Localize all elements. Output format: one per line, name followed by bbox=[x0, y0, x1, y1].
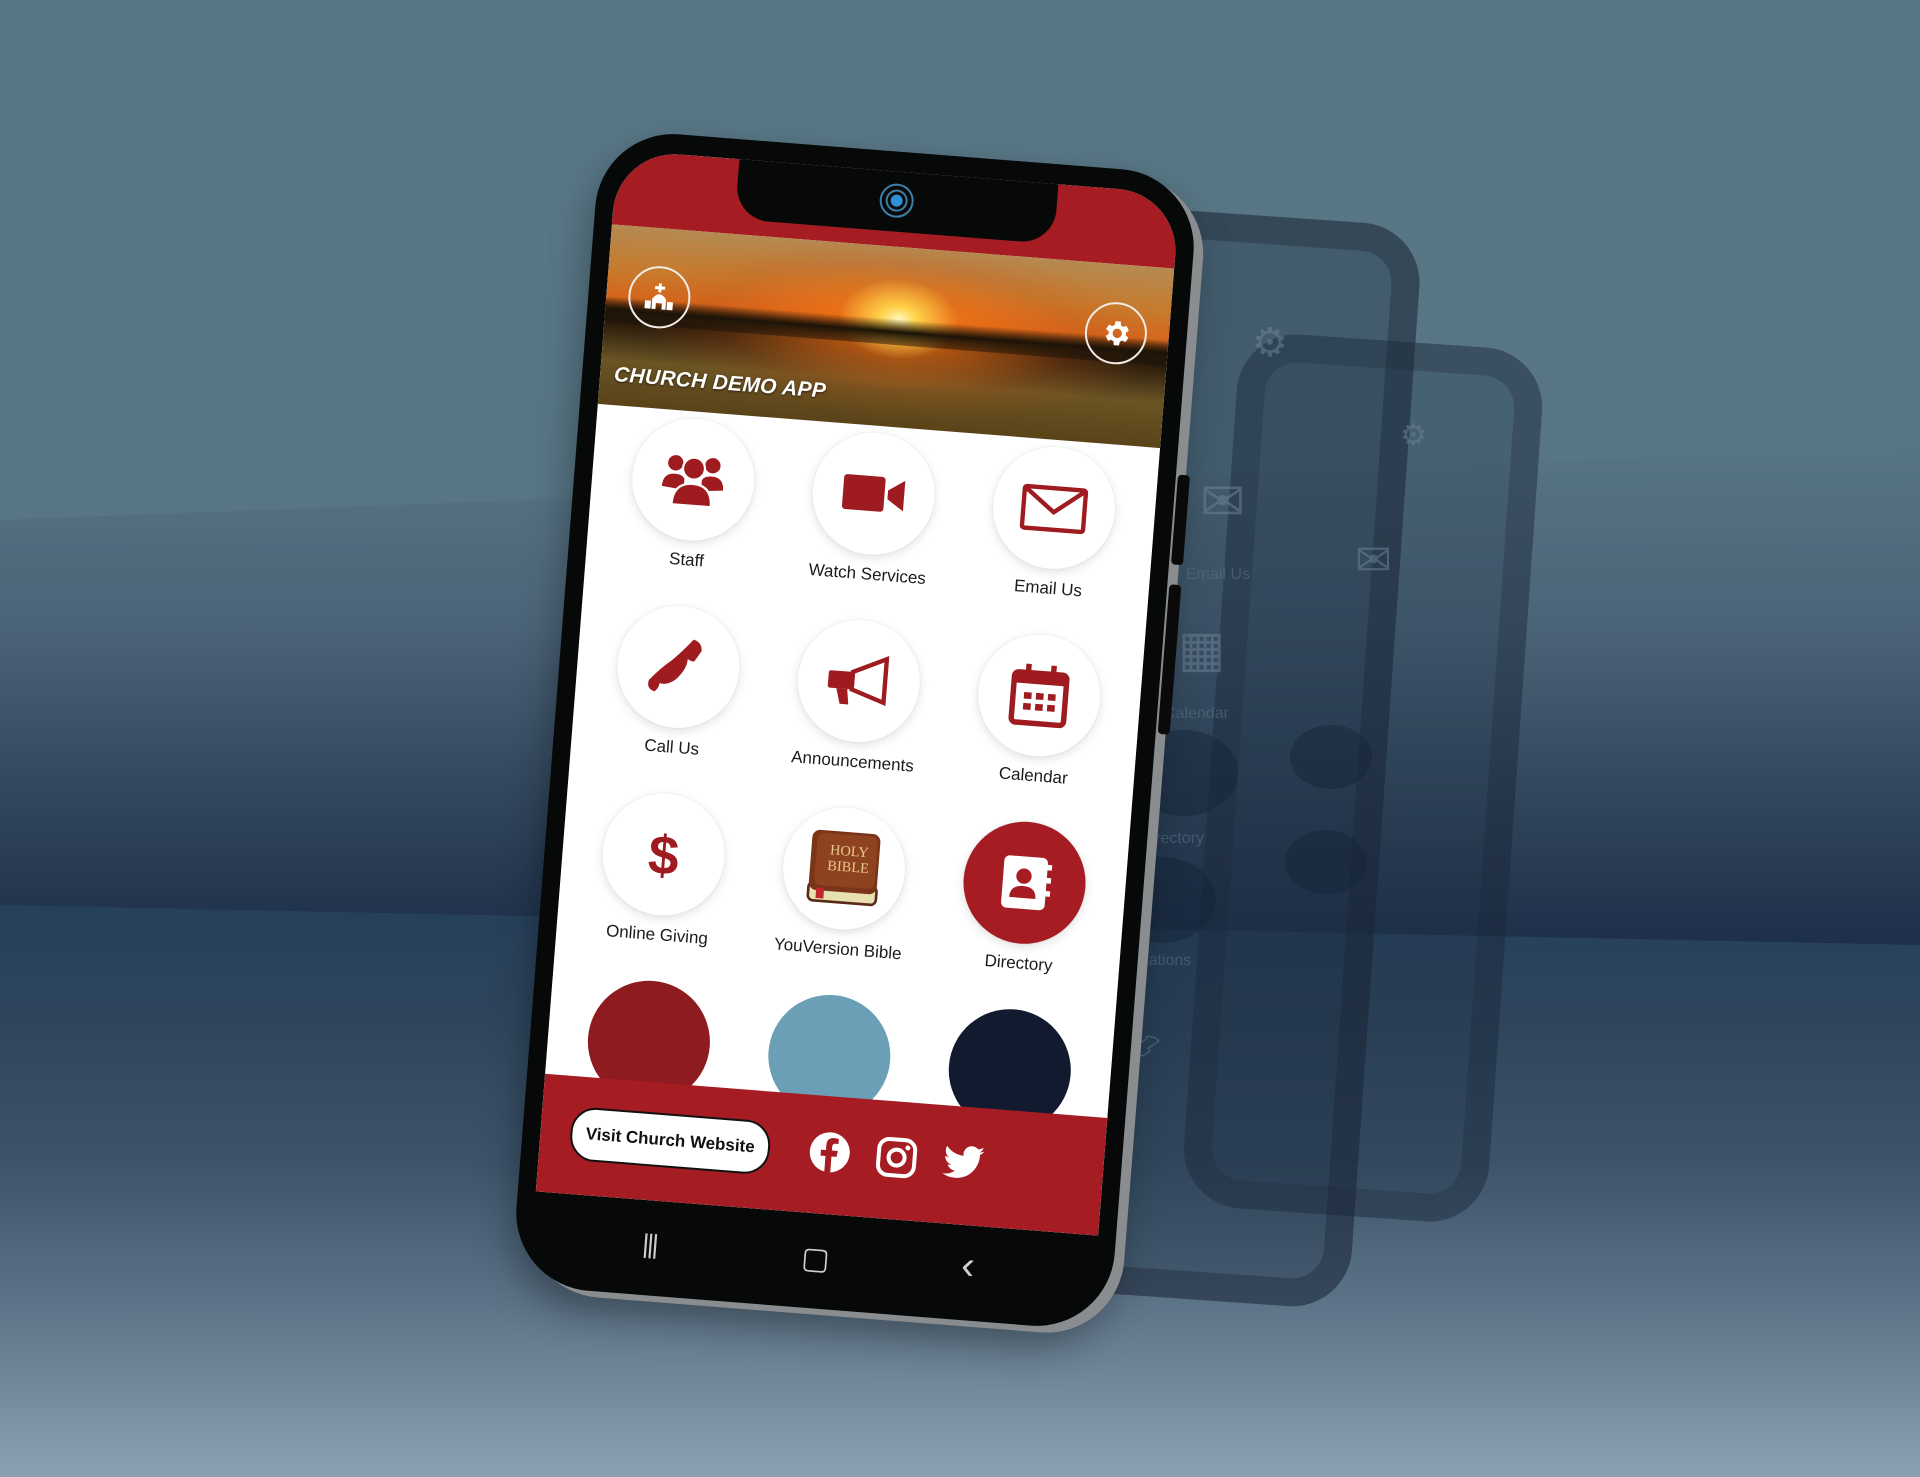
tile-directory[interactable]: Directory bbox=[926, 815, 1120, 999]
tile-label: Staff bbox=[668, 548, 705, 571]
ghost-label: Email Us bbox=[1186, 566, 1251, 583]
tile-watch-services[interactable]: Watch Services bbox=[775, 426, 969, 610]
tile-staff[interactable]: Staff bbox=[594, 412, 788, 596]
visit-website-button[interactable]: Visit Church Website bbox=[568, 1106, 773, 1176]
tile-label: Directory bbox=[983, 950, 1054, 976]
ghost-envelope-icon: ✉ bbox=[1200, 472, 1246, 532]
svg-text:$: $ bbox=[646, 823, 681, 887]
tile-label: Watch Services bbox=[807, 559, 927, 589]
ghost-label: Calendar bbox=[1164, 705, 1229, 722]
video-camera-icon bbox=[841, 474, 906, 512]
twitter-icon bbox=[942, 1145, 985, 1178]
tile-circle bbox=[974, 629, 1106, 761]
ghost-gear-icon: ⚙ bbox=[1400, 419, 1427, 452]
gear-icon bbox=[1105, 321, 1129, 346]
tile-label: Announcements bbox=[790, 747, 915, 776]
facebook-button[interactable] bbox=[806, 1129, 853, 1176]
back-button[interactable]: ‹ bbox=[960, 1243, 977, 1289]
ghost-label: Directory bbox=[1140, 830, 1205, 847]
tile-circle bbox=[988, 442, 1120, 574]
menu-grid: Staff Watch Services Email Us Call Us An… bbox=[540, 411, 1160, 1187]
dollar-icon: $ bbox=[646, 823, 681, 887]
home-button[interactable]: ▢ bbox=[800, 1240, 831, 1277]
facebook-icon bbox=[809, 1132, 850, 1173]
instagram-icon bbox=[875, 1136, 918, 1179]
tile-circle bbox=[793, 615, 925, 747]
tile-announcements[interactable]: Announcements bbox=[760, 613, 954, 797]
tile-youversion-bible[interactable]: HOLY BIBLE YouVersion Bible bbox=[745, 801, 939, 985]
tile-circle bbox=[627, 413, 759, 546]
calendar-icon bbox=[1008, 663, 1070, 729]
svg-text:BIBLE: BIBLE bbox=[827, 858, 870, 877]
ghost-envelope-icon: ✉ bbox=[1355, 536, 1392, 585]
tile-circle bbox=[807, 428, 940, 560]
tile-calendar[interactable]: Calendar bbox=[941, 627, 1135, 811]
contact-book-icon bbox=[1001, 855, 1053, 911]
tile-label: Call Us bbox=[643, 735, 700, 759]
tile-circle bbox=[959, 817, 1091, 949]
phone-icon bbox=[647, 639, 702, 692]
ghost-gear-icon: ⚙ bbox=[1252, 321, 1288, 365]
tile-label: Calendar bbox=[998, 763, 1069, 788]
tile-label: Email Us bbox=[1013, 576, 1083, 601]
instagram-button[interactable] bbox=[873, 1134, 920, 1181]
megaphone-icon bbox=[827, 655, 890, 707]
recents-button[interactable]: ||| bbox=[641, 1228, 658, 1260]
ghost-calendar-icon: ▦ bbox=[1178, 621, 1226, 677]
tile-label: Online Giving bbox=[605, 921, 709, 949]
app-screen: CHURCH DEMO APP Staff Watch Services Ema… bbox=[535, 149, 1181, 1236]
tile-call-us[interactable]: Call Us bbox=[579, 599, 773, 783]
app-title: CHURCH DEMO APP bbox=[613, 363, 827, 403]
tile-circle: HOLY BIBLE bbox=[778, 802, 910, 935]
tile-circle bbox=[612, 601, 744, 733]
users-icon bbox=[661, 455, 723, 509]
church-icon bbox=[644, 283, 673, 311]
tile-label: YouVersion Bible bbox=[773, 934, 903, 964]
bible-icon: HOLY BIBLE bbox=[806, 829, 881, 907]
ghost-circle bbox=[1290, 725, 1372, 789]
phone-device: CHURCH DEMO APP Staff Watch Services Ema… bbox=[510, 128, 1200, 1332]
envelope-icon bbox=[1020, 483, 1089, 535]
tile-online-giving[interactable]: $ Online Giving bbox=[564, 786, 758, 970]
twitter-button[interactable] bbox=[940, 1139, 987, 1186]
tile-circle: $ bbox=[597, 788, 729, 920]
tile-email-us[interactable]: Email Us bbox=[955, 440, 1149, 624]
front-camera-icon bbox=[878, 182, 915, 219]
ghost-circle bbox=[1285, 830, 1367, 894]
